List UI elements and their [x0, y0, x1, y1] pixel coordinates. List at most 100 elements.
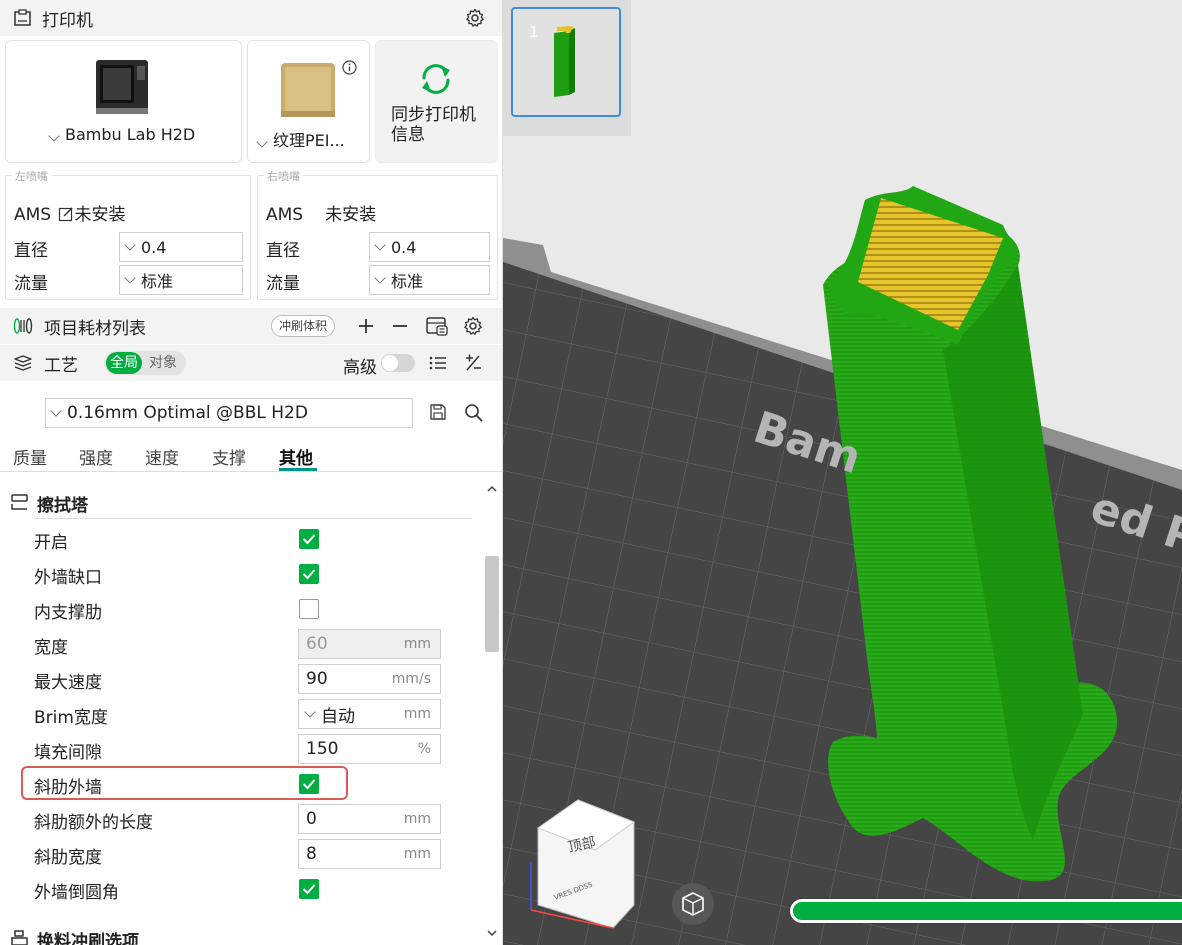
max-speed-unit: mm/s: [391, 671, 431, 687]
scrollbar-thumb[interactable]: [485, 556, 499, 652]
settings-tabs: 质量 强度 速度 支撑 其他: [0, 438, 502, 472]
plate-thumbnails: 1: [503, 0, 631, 136]
chevron-down-icon: [374, 271, 386, 284]
chevron-down-icon: [48, 130, 60, 142]
chevron-down-icon: [256, 136, 268, 148]
flush-options-title: 换料冲刷选项: [37, 932, 139, 945]
right-flow-value: 标准: [391, 272, 424, 291]
chevron-down-icon: [124, 271, 136, 284]
right-diameter-dropdown[interactable]: 0.4: [369, 232, 490, 262]
process-section-title: 工艺: [44, 355, 78, 376]
left-nozzle-caption: 左喷嘴: [12, 168, 51, 184]
infill-gap-input[interactable]: 150%: [298, 734, 441, 764]
prime-tower-icon: [10, 492, 30, 512]
rib-width-unit: mm: [403, 846, 431, 862]
tab-quality[interactable]: 质量: [13, 444, 47, 469]
outer-wall-gap-checkbox[interactable]: [299, 564, 319, 584]
right-nozzle-caption: 右喷嘴: [264, 168, 303, 184]
infill-gap-unit: %: [417, 741, 431, 757]
brim-width-label: Brim宽度: [34, 708, 108, 728]
filament-settings-gear-icon[interactable]: [462, 315, 484, 337]
right-diameter-value: 0.4: [391, 237, 417, 257]
outer-wall-gap-label: 外墙缺口: [34, 568, 102, 588]
brim-width-dropdown[interactable]: 自动 mm: [298, 699, 441, 729]
printer-model-dropdown[interactable]: Bambu Lab H2D: [48, 125, 195, 144]
scroll-down-icon[interactable]: [486, 928, 498, 938]
filament-section-title: 项目耗材列表: [44, 318, 146, 339]
right-ams-label: AMS: [266, 205, 304, 225]
rib-width-input[interactable]: 8 mm: [298, 839, 441, 869]
tab-support[interactable]: 支撑: [212, 444, 246, 469]
build-plate-scene[interactable]: Bam ed PEI 顶部 VRES DDSS: [503, 0, 1182, 945]
process-preset-dropdown[interactable]: 0.16mm Optimal @BBL H2D: [45, 398, 413, 428]
compare-icon[interactable]: [462, 352, 484, 374]
right-flow-label: 流量: [266, 274, 300, 294]
max-speed-input[interactable]: 90 mm/s: [298, 664, 441, 694]
sync-printer-button[interactable]: 同步打印机信息: [375, 40, 498, 163]
inner-rib-checkbox[interactable]: [299, 599, 319, 619]
plate-type-dropdown[interactable]: 纹理PEI...: [256, 127, 345, 151]
tab-speed[interactable]: 速度: [145, 444, 179, 469]
left-flow-label: 流量: [14, 274, 48, 294]
edit-icon[interactable]: [57, 205, 75, 223]
toggle-object[interactable]: 对象: [149, 352, 177, 374]
plate-number: 1: [529, 23, 539, 41]
right-ams-row: AMS 未安装: [266, 200, 376, 225]
tab-strength[interactable]: 强度: [79, 444, 113, 469]
prime-tower-title: 擦拭塔: [37, 496, 88, 516]
plate-select-card[interactable]: 纹理PEI...: [247, 40, 370, 163]
right-nozzle-panel: 右喷嘴 AMS 未安装 直径 0.4 流量 标准: [257, 168, 498, 300]
right-flow-dropdown[interactable]: 标准: [369, 265, 490, 295]
add-filament-icon[interactable]: [355, 315, 377, 337]
recenter-view-button[interactable]: [672, 883, 714, 925]
advanced-label: 高级: [343, 358, 377, 378]
rib-width-value: 8: [306, 844, 317, 864]
search-icon[interactable]: [463, 402, 485, 424]
printer-select-card[interactable]: Bambu Lab H2D: [5, 40, 242, 163]
left-flow-value: 标准: [141, 272, 174, 291]
settings-scrollbar[interactable]: [482, 478, 502, 945]
filament-section-header: 项目耗材列表 冲刷体积: [0, 308, 502, 344]
tab-others[interactable]: 其他: [279, 444, 313, 469]
plate-thumbnail-1[interactable]: 1: [511, 7, 621, 117]
flush-volume-button[interactable]: 冲刷体积: [271, 315, 336, 337]
left-ams-label: AMS: [14, 205, 52, 225]
layers-icon: [12, 352, 34, 374]
width-unit: mm: [403, 636, 431, 652]
printer-section-header: 打印机: [0, 0, 502, 36]
fillet-wall-checkbox[interactable]: [299, 879, 319, 899]
right-ams-status: 未安装: [325, 205, 377, 225]
info-icon[interactable]: [341, 59, 357, 75]
checkmark-icon: [302, 884, 316, 895]
save-preset-icon[interactable]: [428, 402, 448, 422]
width-value: 60: [306, 634, 328, 654]
left-flow-dropdown[interactable]: 标准: [119, 265, 243, 295]
advanced-toggle[interactable]: [381, 354, 415, 372]
toggle-global[interactable]: 全局: [106, 352, 142, 374]
left-ams-status: 未安装: [74, 205, 126, 225]
width-label: 宽度: [34, 638, 68, 658]
scroll-up-icon[interactable]: [486, 484, 498, 494]
left-diameter-label: 直径: [14, 241, 48, 261]
enable-label: 开启: [34, 533, 68, 553]
fillet-wall-label: 外墙倒圆角: [34, 883, 119, 903]
checkmark-icon: [302, 569, 316, 580]
chevron-down-icon: [50, 404, 62, 417]
filament-spool-icon: [12, 315, 34, 337]
model-preview: [554, 26, 575, 97]
rib-width-label: 斜肋宽度: [34, 848, 102, 868]
rib-extra-length-input[interactable]: 0 mm: [298, 804, 441, 834]
left-diameter-dropdown[interactable]: 0.4: [119, 232, 243, 262]
filament-sync-icon[interactable]: [425, 314, 449, 338]
textured-pei-plate-image: [281, 63, 335, 117]
enable-checkbox[interactable]: [299, 529, 319, 549]
brim-width-value: 自动: [321, 706, 355, 727]
list-view-icon[interactable]: [427, 352, 449, 374]
plate-type-label: 纹理PEI...: [273, 131, 345, 150]
rib-wall-highlight: [21, 766, 348, 800]
checkmark-icon: [302, 534, 316, 545]
remove-filament-icon[interactable]: [389, 315, 411, 337]
3d-viewport[interactable]: Bam ed PEI 顶部 VRES DDSS 1: [503, 0, 1182, 945]
process-section-header: 工艺 全局 对象 高级: [0, 345, 502, 381]
printer-settings-gear-icon[interactable]: [464, 7, 486, 29]
